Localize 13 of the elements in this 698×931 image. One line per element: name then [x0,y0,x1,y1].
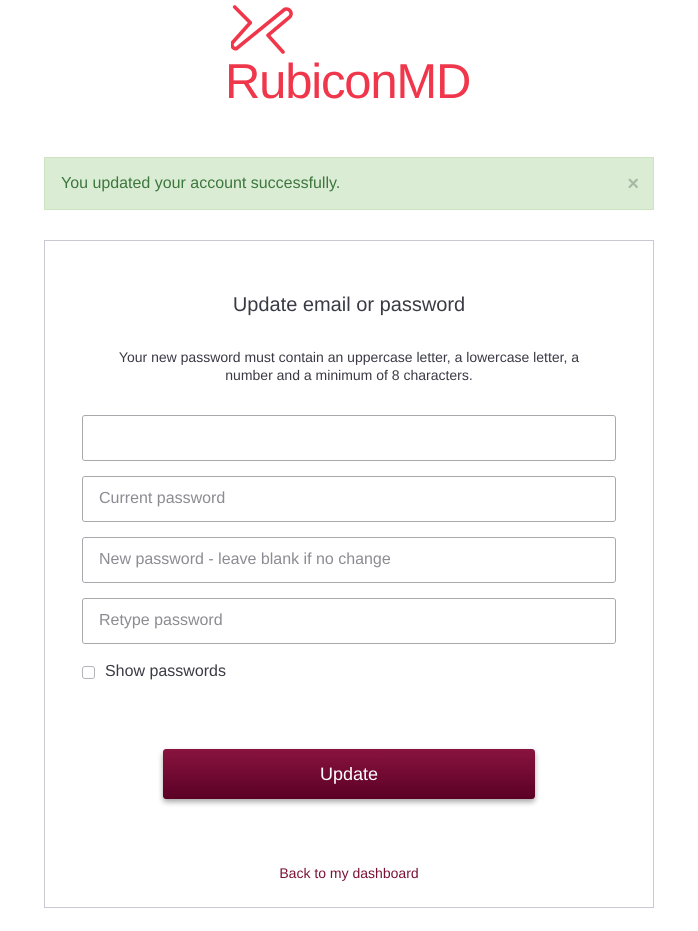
input-field[interactable] [82,415,616,461]
password-field[interactable]: Current password [82,476,616,522]
password-field[interactable]: New password - leave blank if no change [82,537,616,583]
update-button[interactable]: Update [163,749,535,799]
dashboard-link[interactable]: Back to my dashboard [279,864,419,882]
logo-icon [231,4,293,55]
form-title: Update email or password [232,293,466,317]
password-rules-text: Your new password must contain an uppercase letter, a lowercase letter, a number and a minimum of 8 characters. [118,348,580,384]
logo-wordmark: RubiconMD [225,56,470,108]
show-passwords-checkbox[interactable] [82,666,95,678]
show-passwords-label[interactable]: Show passwords [105,662,226,682]
alert-message: You updated your account successfully. [61,174,340,192]
password-field[interactable]: Retype password [82,598,616,644]
